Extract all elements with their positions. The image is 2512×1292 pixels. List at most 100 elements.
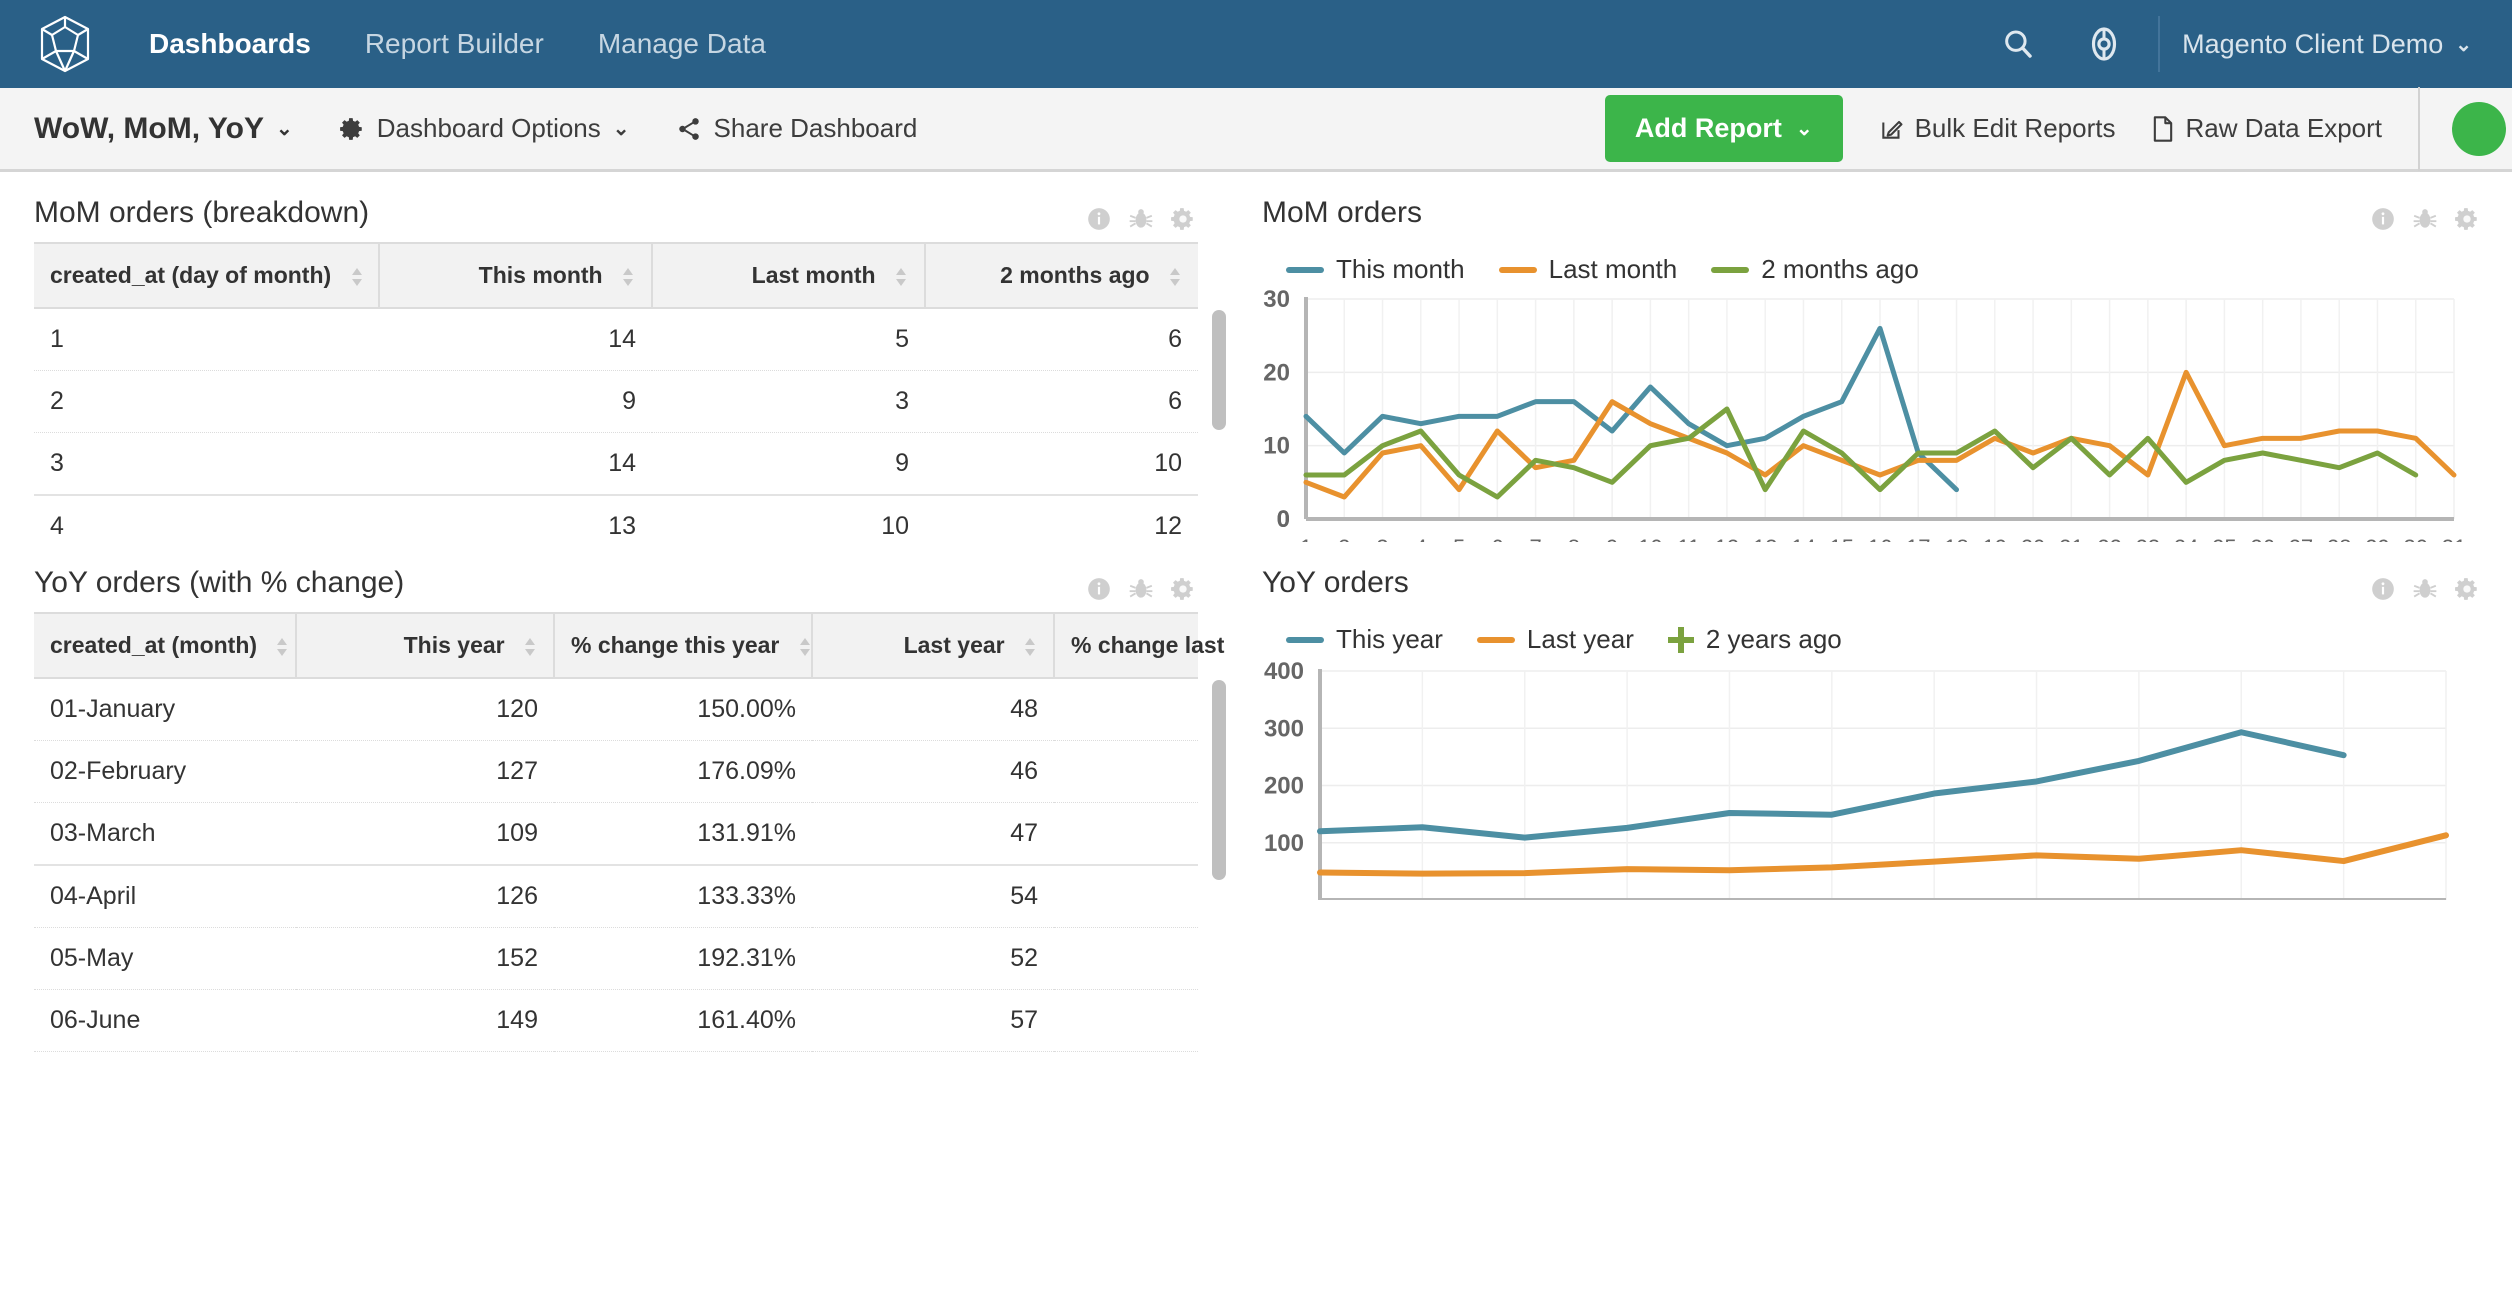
svg-text:19: 19 bbox=[1983, 535, 2007, 542]
svg-text:16: 16 bbox=[1868, 535, 1892, 542]
col-header-last-year[interactable]: Last year bbox=[812, 613, 1054, 678]
col-header-pct-change-this-year[interactable]: % change this year bbox=[554, 613, 812, 678]
table-row[interactable]: 314910 bbox=[34, 433, 1198, 496]
cell-2-months-ago: 6 bbox=[925, 371, 1198, 433]
table-header-row: created_at (day of month) This month Las… bbox=[34, 243, 1198, 308]
svg-text:27: 27 bbox=[2289, 535, 2313, 542]
col-label: created_at (month) bbox=[50, 632, 257, 658]
table-row[interactable]: 02-February127176.09%46 bbox=[34, 741, 1198, 803]
dashboard-title-menu[interactable]: WoW, MoM, YoY ⌄ bbox=[34, 112, 293, 146]
avatar[interactable] bbox=[2452, 102, 2506, 156]
main-nav-links: Dashboards Report Builder Manage Data bbox=[122, 28, 793, 60]
cell-this-month: 14 bbox=[379, 308, 652, 371]
mom-chart-card: This month Last month 2 months ago 01020… bbox=[1228, 242, 2482, 542]
cell-month: 05-May bbox=[34, 928, 296, 990]
legend-item-2-months-ago[interactable]: 2 months ago bbox=[1711, 254, 1919, 285]
panel-icon-group bbox=[1086, 196, 1196, 232]
gear-icon[interactable] bbox=[1170, 576, 1196, 602]
cell-this-year: 127 bbox=[296, 741, 554, 803]
account-menu[interactable]: Magento Client Demo ⌄ bbox=[2182, 29, 2472, 60]
table-vertical-scrollbar[interactable] bbox=[1212, 680, 1226, 880]
svg-text:7: 7 bbox=[1529, 535, 1541, 542]
chevron-down-icon: ⌄ bbox=[1796, 116, 1813, 141]
col-header-created-at-month[interactable]: created_at (month) bbox=[34, 613, 296, 678]
col-header-this-year[interactable]: This year bbox=[296, 613, 554, 678]
cell-day: 3 bbox=[34, 433, 379, 496]
pencil-square-icon bbox=[1879, 115, 1905, 143]
sort-arrows-icon bbox=[1168, 266, 1182, 288]
cell-this-month: 14 bbox=[379, 433, 652, 496]
bulk-edit-reports-button[interactable]: Bulk Edit Reports bbox=[1879, 113, 2116, 144]
help-button[interactable] bbox=[2072, 12, 2136, 76]
svg-text:25: 25 bbox=[2212, 535, 2236, 542]
svg-text:15: 15 bbox=[1829, 535, 1853, 542]
legend-item-2-years-ago[interactable]: 2 years ago bbox=[1668, 624, 1842, 655]
share-dashboard-button[interactable]: Share Dashboard bbox=[676, 113, 918, 144]
dashboard-options-menu[interactable]: Dashboard Options ⌄ bbox=[339, 113, 630, 144]
add-report-button[interactable]: Add Report ⌄ bbox=[1605, 95, 1843, 162]
panel-title: YoY orders (with % change) bbox=[34, 566, 404, 600]
table-row[interactable]: 03-March109131.91%47 bbox=[34, 803, 1198, 866]
svg-text:29: 29 bbox=[2365, 535, 2389, 542]
col-header-2-months-ago[interactable]: 2 months ago bbox=[925, 243, 1198, 308]
col-header-created-at[interactable]: created_at (day of month) bbox=[34, 243, 379, 308]
cell-day: 2 bbox=[34, 371, 379, 433]
chevron-down-icon: ⌄ bbox=[2455, 32, 2472, 57]
table-body: 01-January120150.00%48 02-February127176… bbox=[34, 678, 1198, 1052]
col-header-this-month[interactable]: This month bbox=[379, 243, 652, 308]
table-vertical-scrollbar[interactable] bbox=[1212, 310, 1226, 430]
legend-item-this-year[interactable]: This year bbox=[1286, 624, 1443, 655]
info-circle-icon[interactable] bbox=[2370, 206, 2396, 232]
dashboard-title: WoW, MoM, YoY bbox=[34, 112, 264, 146]
nav-divider bbox=[2158, 16, 2160, 72]
info-circle-icon[interactable] bbox=[2370, 576, 2396, 602]
legend-item-last-month[interactable]: Last month bbox=[1499, 254, 1678, 285]
legend-label: This year bbox=[1336, 624, 1443, 655]
svg-text:100: 100 bbox=[1264, 830, 1304, 857]
gear-icon[interactable] bbox=[1170, 206, 1196, 232]
table-row[interactable]: 04-April126133.33%54 bbox=[34, 865, 1198, 928]
raw-data-export-button[interactable]: Raw Data Export bbox=[2151, 113, 2382, 144]
cell-this-year: 152 bbox=[296, 928, 554, 990]
table-row[interactable]: 01-January120150.00%48 bbox=[34, 678, 1198, 741]
info-circle-icon[interactable] bbox=[1086, 206, 1112, 232]
svg-text:18: 18 bbox=[1944, 535, 1968, 542]
cell-last-year: 52 bbox=[812, 928, 1054, 990]
col-header-last-month[interactable]: Last month bbox=[652, 243, 925, 308]
table-row[interactable]: 11456 bbox=[34, 308, 1198, 371]
legend-swatch-icon bbox=[1499, 267, 1537, 273]
cell-pct-last bbox=[1054, 678, 1198, 741]
svg-text:9: 9 bbox=[1606, 535, 1618, 542]
nav-link-manage-data[interactable]: Manage Data bbox=[571, 28, 793, 60]
bug-icon[interactable] bbox=[1128, 206, 1154, 232]
search-button[interactable] bbox=[1986, 12, 2050, 76]
col-header-pct-change-last[interactable]: % change last bbox=[1054, 613, 1198, 678]
svg-text:12: 12 bbox=[1715, 535, 1739, 542]
table-row[interactable]: 2936 bbox=[34, 371, 1198, 433]
table-row[interactable]: 06-June149161.40%57 bbox=[34, 990, 1198, 1052]
info-circle-icon[interactable] bbox=[1086, 576, 1112, 602]
bug-icon[interactable] bbox=[1128, 576, 1154, 602]
table-row[interactable]: 05-May152192.31%52 bbox=[34, 928, 1198, 990]
gear-icon[interactable] bbox=[2454, 576, 2480, 602]
legend-item-this-month[interactable]: This month bbox=[1286, 254, 1465, 285]
legend-item-last-year[interactable]: Last year bbox=[1477, 624, 1634, 655]
bug-icon[interactable] bbox=[2412, 576, 2438, 602]
app-logo[interactable] bbox=[28, 15, 102, 73]
svg-text:30: 30 bbox=[2403, 535, 2427, 542]
top-nav-right-group: Magento Client Demo ⌄ bbox=[1986, 12, 2472, 76]
nav-link-report-builder[interactable]: Report Builder bbox=[338, 28, 571, 60]
cell-pct-last bbox=[1054, 928, 1198, 990]
panel-header: MoM orders (breakdown) bbox=[0, 172, 1228, 242]
nav-link-dashboards[interactable]: Dashboards bbox=[122, 28, 338, 60]
dashboard-grid: MoM orders (breakdown) created_at ( bbox=[0, 172, 2512, 1052]
bug-icon[interactable] bbox=[2412, 206, 2438, 232]
table-row[interactable]: 4131012 bbox=[34, 495, 1198, 542]
gear-icon[interactable] bbox=[2454, 206, 2480, 232]
cell-last-month: 5 bbox=[652, 308, 925, 371]
sort-arrows-icon bbox=[350, 266, 364, 288]
cell-this-month: 9 bbox=[379, 371, 652, 433]
mom-orders-table: created_at (day of month) This month Las… bbox=[34, 242, 1198, 542]
cell-this-year: 149 bbox=[296, 990, 554, 1052]
svg-text:13: 13 bbox=[1753, 535, 1777, 542]
